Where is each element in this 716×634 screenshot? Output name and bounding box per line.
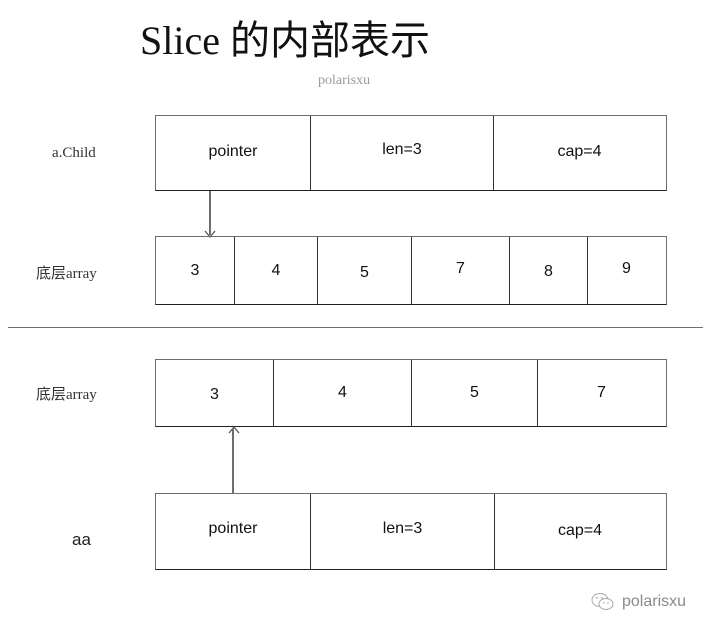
- top-slice-label: a.Child: [52, 145, 96, 161]
- top-slice-header: pointer len=3 cap=4: [155, 115, 667, 191]
- watermark-text: polarisxu: [622, 593, 687, 610]
- top-array-cell: 8: [510, 237, 588, 304]
- top-array-cell: 4: [235, 237, 318, 304]
- bottom-array: 3 4 5 7: [155, 359, 667, 427]
- bottom-array-cell: 3: [156, 360, 274, 426]
- top-array: 3 4 5 7 8 9: [155, 236, 667, 305]
- top-array-cell: 3: [156, 237, 235, 304]
- bottom-array-label: 底层array: [36, 387, 97, 403]
- subtitle: polarisxu: [318, 73, 371, 88]
- bottom-slice-pointer: pointer: [156, 494, 311, 569]
- page-title: Slice 的内部表示: [140, 18, 430, 63]
- watermark: polarisxu: [590, 591, 686, 613]
- bottom-array-cell: 7: [597, 384, 606, 401]
- top-slice-len: len=3: [311, 116, 494, 190]
- top-array-cell: 7: [412, 237, 510, 304]
- bottom-array-cell: 4: [274, 360, 412, 426]
- wechat-icon: [591, 593, 614, 610]
- bottom-slice-label: aa: [72, 530, 91, 549]
- section-divider: [8, 327, 703, 328]
- top-array-cell: 9: [622, 259, 631, 277]
- bottom-slice-len: len=3: [311, 494, 495, 569]
- top-array-cell: 5: [318, 237, 412, 304]
- arrow-head-up-icon: [228, 425, 240, 434]
- bottom-array-cell: 5: [412, 360, 538, 426]
- bottom-slice-header: pointer len=3 cap=4: [155, 493, 667, 570]
- bottom-slice-cap: cap=4: [557, 521, 603, 539]
- top-array-label: 底层array: [36, 266, 97, 282]
- top-slice-pointer: pointer: [156, 116, 311, 190]
- top-slice-cap: cap=4: [557, 143, 602, 160]
- bottom-pointer-arrow: [232, 428, 234, 494]
